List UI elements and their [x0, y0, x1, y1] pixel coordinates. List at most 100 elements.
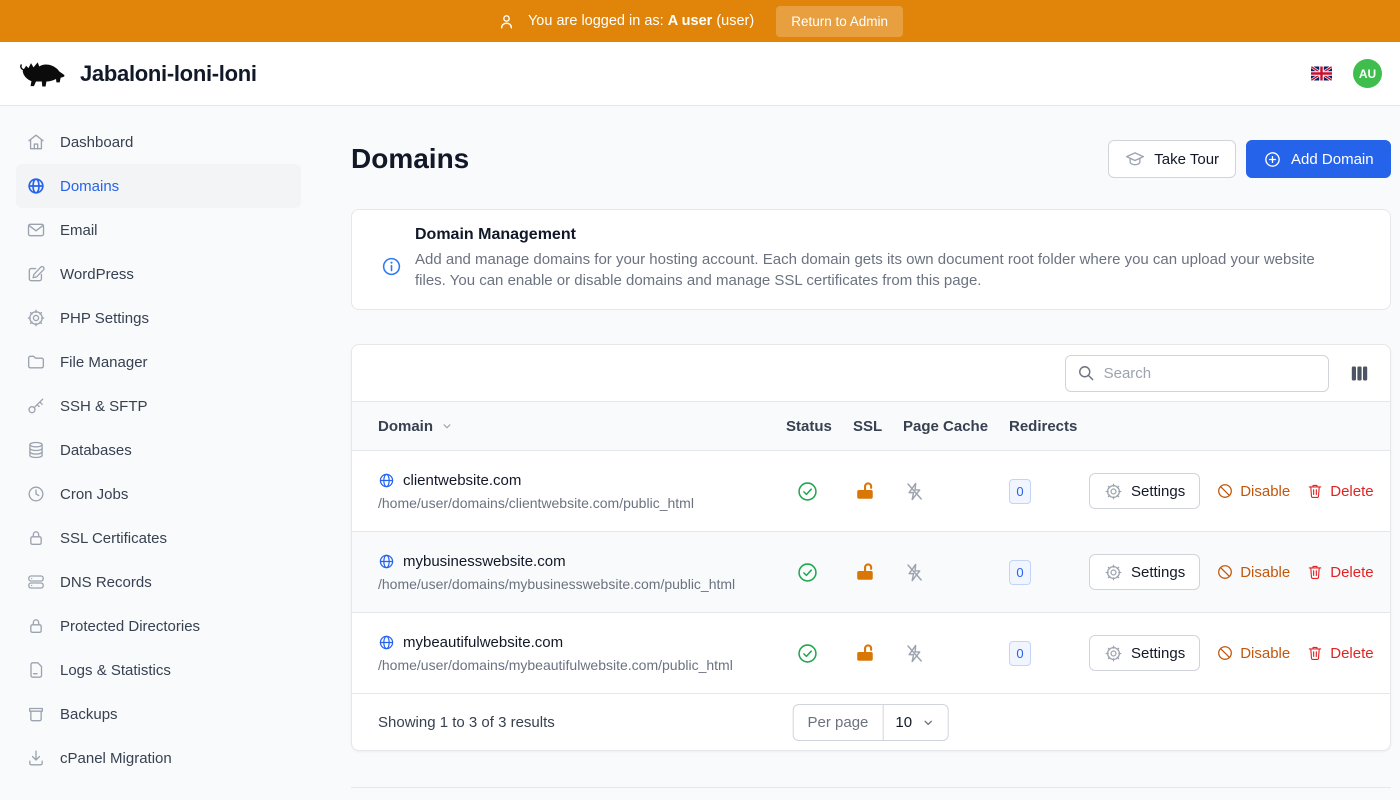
gear-icon — [1104, 644, 1123, 663]
sidebar-item-logs-statistics[interactable]: Logs & Statistics — [16, 648, 301, 692]
brand-title: Jabaloni-loni-loni — [80, 61, 257, 87]
sidebar-item-label: PHP Settings — [60, 310, 149, 327]
delete-button[interactable]: Delete — [1306, 482, 1373, 500]
clock-icon — [26, 484, 46, 504]
sidebar-item-label: File Manager — [60, 354, 148, 371]
search-box — [1065, 355, 1329, 392]
banner-role: (user) — [716, 13, 754, 29]
disable-button[interactable]: Disable — [1216, 563, 1290, 581]
sidebar-item-protected-directories[interactable]: Protected Directories — [16, 604, 301, 648]
banner-username: A user — [668, 13, 713, 29]
sidebar-item-php-settings[interactable]: PHP Settings — [16, 296, 301, 340]
key-icon — [26, 396, 46, 416]
results-summary: Showing 1 to 3 of 3 results — [378, 714, 555, 731]
table-footer: Showing 1 to 3 of 3 results Per page 10 — [352, 694, 1390, 750]
trash-icon — [1306, 644, 1324, 662]
info-box-title: Domain Management — [415, 226, 1315, 244]
columns-toggle-button[interactable] — [1346, 360, 1373, 387]
redirects-count-badge: 0 — [1009, 560, 1031, 585]
sidebar-item-domains[interactable]: Domains — [16, 164, 301, 208]
user-avatar[interactable]: AU — [1353, 59, 1382, 88]
sidebar-item-label: Backups — [60, 706, 118, 723]
sidebar-item-label: Protected Directories — [60, 618, 200, 635]
info-icon — [381, 256, 402, 291]
sidebar-item-label: SSL Certificates — [60, 530, 167, 547]
prohibition-icon — [1216, 563, 1234, 581]
search-icon — [1076, 363, 1096, 383]
delete-button[interactable]: Delete — [1306, 563, 1373, 581]
column-header-redirects: Redirects — [1009, 418, 1089, 435]
disable-button[interactable]: Disable — [1216, 482, 1290, 500]
person-icon — [497, 12, 516, 31]
page-cache-off-icon[interactable] — [903, 561, 1009, 584]
gear-icon — [26, 308, 46, 328]
settings-button[interactable]: Settings — [1089, 473, 1200, 509]
lock-icon — [26, 616, 46, 636]
download-icon — [26, 748, 46, 768]
database-icon — [26, 440, 46, 460]
sidebar-item-ssh-sftp[interactable]: SSH & SFTP — [16, 384, 301, 428]
server-icon — [26, 572, 46, 592]
table-row: mybeautifulwebsite.com /home/user/domain… — [352, 613, 1390, 694]
sidebar-item-label: SSH & SFTP — [60, 398, 148, 415]
brand: Jabaloni-loni-loni — [16, 57, 257, 91]
domains-table: Domain Status SSL Page Cache Redirects c… — [351, 344, 1391, 751]
app-header: Jabaloni-loni-loni AU — [0, 42, 1400, 106]
sidebar-item-databases[interactable]: Databases — [16, 428, 301, 472]
ssl-unlocked-icon[interactable] — [853, 642, 903, 665]
column-header-ssl: SSL — [853, 418, 903, 435]
language-flag-icon[interactable] — [1311, 66, 1332, 81]
sidebar-item-label: Email — [60, 222, 98, 239]
disable-button[interactable]: Disable — [1216, 644, 1290, 662]
sidebar-item-label: cPanel Migration — [60, 750, 172, 767]
content-bottom-divider — [351, 787, 1391, 788]
sidebar-item-ssl-certificates[interactable]: SSL Certificates — [16, 516, 301, 560]
settings-button[interactable]: Settings — [1089, 635, 1200, 671]
return-to-admin-button[interactable]: Return to Admin — [776, 6, 903, 37]
ssl-unlocked-icon[interactable] — [853, 480, 903, 503]
info-box-description: Add and manage domains for your hosting … — [415, 250, 1315, 291]
settings-button[interactable]: Settings — [1089, 554, 1200, 590]
add-domain-button[interactable]: Add Domain — [1246, 140, 1391, 178]
impersonation-banner: You are logged in as: A user (user) Retu… — [0, 0, 1400, 42]
per-page-select[interactable]: Per page 10 — [793, 704, 950, 741]
column-header-page-cache: Page Cache — [903, 418, 1009, 435]
page-cache-off-icon[interactable] — [903, 642, 1009, 665]
home-icon — [26, 132, 46, 152]
status-enabled-icon — [786, 480, 853, 503]
sidebar-item-wordpress[interactable]: WordPress — [16, 252, 301, 296]
trash-icon — [1306, 563, 1324, 581]
boar-logo-icon — [16, 57, 66, 91]
globe-icon — [378, 634, 395, 651]
chevron-down-icon — [440, 419, 454, 433]
sidebar-item-cpanel-migration[interactable]: cPanel Migration — [16, 736, 301, 780]
redirects-count-badge: 0 — [1009, 479, 1031, 504]
banner-message: You are logged in as: A user (user) — [528, 13, 754, 29]
ssl-unlocked-icon[interactable] — [853, 561, 903, 584]
trash-icon — [1306, 482, 1324, 500]
column-header-domain[interactable]: Domain — [352, 418, 786, 435]
take-tour-button[interactable]: Take Tour — [1108, 140, 1236, 178]
sidebar-item-dashboard[interactable]: Dashboard — [16, 120, 301, 164]
domain-path: /home/user/domains/clientwebsite.com/pub… — [378, 495, 694, 511]
per-page-value: 10 — [895, 714, 912, 731]
per-page-label: Per page — [794, 705, 884, 740]
sidebar-item-dns-records[interactable]: DNS Records — [16, 560, 301, 604]
sidebar-item-label: DNS Records — [60, 574, 152, 591]
globe-icon — [378, 472, 395, 489]
mail-icon — [26, 220, 46, 240]
edit-icon — [26, 264, 46, 284]
sidebar-item-email[interactable]: Email — [16, 208, 301, 252]
delete-button[interactable]: Delete — [1306, 644, 1373, 662]
search-input[interactable] — [1065, 355, 1329, 392]
page-cache-off-icon[interactable] — [903, 480, 1009, 503]
archive-icon — [26, 704, 46, 724]
gear-icon — [1104, 482, 1123, 501]
sidebar-item-backups[interactable]: Backups — [16, 692, 301, 736]
document-icon — [26, 660, 46, 680]
plus-circle-icon — [1263, 150, 1282, 169]
sidebar-item-file-manager[interactable]: File Manager — [16, 340, 301, 384]
folder-icon — [26, 352, 46, 372]
sidebar-item-cron-jobs[interactable]: Cron Jobs — [16, 472, 301, 516]
column-header-status: Status — [786, 418, 853, 435]
